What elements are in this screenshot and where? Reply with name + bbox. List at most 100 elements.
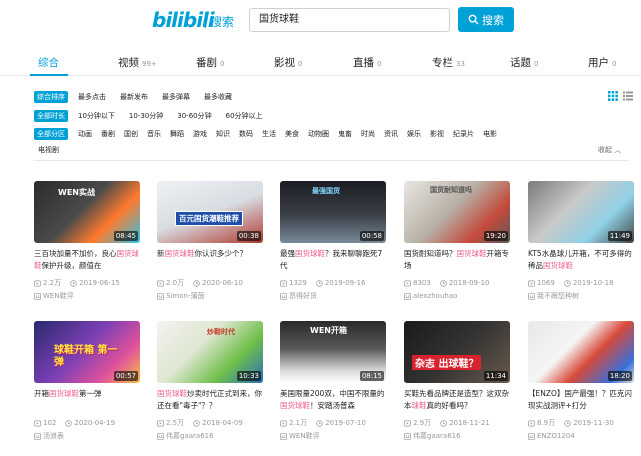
zone-option[interactable]: 时尚: [361, 129, 375, 139]
clock-icon: [440, 419, 447, 427]
video-thumbnail[interactable]: WEN实战 08:45: [34, 181, 140, 243]
order-option[interactable]: 最多收藏: [204, 92, 232, 102]
uploader-name: ENZO1204: [537, 432, 575, 440]
zone-option[interactable]: 动物圈: [308, 129, 329, 139]
zone-option[interactable]: 知识: [216, 129, 230, 139]
order-option[interactable]: 最新发布: [120, 92, 148, 102]
play-count-icon: [404, 280, 411, 286]
list-view-icon[interactable]: [623, 91, 633, 101]
video-card[interactable]: 最强国货 00:58 最强国货球鞋？我来聊聊跑死7代 1329 2019-09-…: [280, 181, 386, 301]
video-title[interactable]: 国货球鞋炒卖时代正式到来，你还在看"毒子"？？: [157, 388, 263, 412]
zone-option[interactable]: 资讯: [384, 129, 398, 139]
uploader[interactable]: ENZO1204: [528, 431, 634, 441]
thumbnail-caption: WEN开箱: [310, 326, 347, 335]
duration-option[interactable]: 60分钟以上: [226, 111, 263, 121]
zone-option[interactable]: 舞蹈: [170, 129, 184, 139]
video-title[interactable]: 新国货球鞋你认识多少个？: [157, 248, 263, 272]
zone-option[interactable]: 娱乐: [407, 129, 421, 139]
zone-option[interactable]: 数码: [239, 129, 253, 139]
video-title[interactable]: 国货耐知道吗？国货球鞋开箱专场: [404, 248, 510, 272]
order-option[interactable]: 最多点击: [78, 92, 106, 102]
tab-all[interactable]: 综合: [38, 55, 59, 70]
video-thumbnail[interactable]: 18:20: [528, 321, 634, 383]
uploader[interactable]: 伟葛gaara616: [157, 431, 263, 441]
video-card[interactable]: 18:20 【ENZO】国产最强！？匹克闪现实战测评+打分 8.9万 2019-…: [528, 321, 634, 441]
uploader[interactable]: 我不跟您种树: [528, 291, 634, 301]
video-thumbnail[interactable]: 国货耐知道吗 19:20: [404, 181, 510, 243]
duration-option[interactable]: 10分钟以下: [78, 111, 115, 121]
uploader[interactable]: alexzhouhao: [404, 291, 510, 301]
duration-all-badge[interactable]: 全部时长: [34, 110, 68, 122]
video-thumbnail[interactable]: 百元国货潮鞋推荐 00:38: [157, 181, 263, 243]
video-thumbnail[interactable]: WEN开箱 08:15: [280, 321, 386, 383]
zone-option[interactable]: 纪录片: [453, 129, 474, 139]
grid-view-icon[interactable]: [608, 91, 618, 101]
fold-filters-button[interactable]: 收起 ︿: [598, 145, 621, 155]
video-title[interactable]: KT5水晶球儿开箱，不可多得的稀品国货球鞋: [528, 248, 634, 272]
zone-option[interactable]: 鬼畜: [338, 129, 352, 139]
tab-bangumi[interactable]: 番剧 0: [196, 55, 224, 70]
filter-divider: [34, 160, 629, 161]
duration-option[interactable]: 30-60分钟: [177, 111, 211, 121]
zone-option[interactable]: 游戏: [193, 129, 207, 139]
play-count-icon: [280, 420, 287, 426]
header: bilibili 搜索 国货球鞋 搜索: [0, 0, 641, 42]
video-meta: 2.0万 2020-06-10: [157, 278, 263, 288]
video-card[interactable]: 11:49 KT5水晶球儿开箱，不可多得的稀品国货球鞋 1069 2019-10…: [528, 181, 634, 301]
order-option[interactable]: 最多弹幕: [162, 92, 190, 102]
duration-option[interactable]: 10-30分钟: [129, 111, 163, 121]
video-card[interactable]: 国货耐知道吗 19:20 国货耐知道吗？国货球鞋开箱专场 8303 2018-0…: [404, 181, 510, 301]
tab-user[interactable]: 用户 0: [588, 55, 616, 70]
uploader-name: Simon-蒲茵: [166, 292, 205, 300]
zone-option[interactable]: 动画: [78, 129, 92, 139]
zone-option[interactable]: 生活: [262, 129, 276, 139]
tab-film[interactable]: 影视 0: [274, 55, 302, 70]
tab-live[interactable]: 直播 0: [353, 55, 381, 70]
zone-all-badge[interactable]: 全部分区: [34, 128, 68, 140]
zone-option[interactable]: 音乐: [147, 129, 161, 139]
video-card[interactable]: 球鞋开箱 第一弹 00:57 开箱国货球鞋第一弹 102 2020-04-19 …: [34, 321, 140, 441]
video-thumbnail[interactable]: 杂志 出球鞋？ 11:34: [404, 321, 510, 383]
active-tab-indicator: [30, 74, 68, 76]
uploader[interactable]: Simon-蒲茵: [157, 291, 263, 301]
zone-option[interactable]: 美食: [285, 129, 299, 139]
zone-filter-overflow: 电视剧: [38, 143, 73, 157]
uploader[interactable]: 伟葛gaara616: [404, 431, 510, 441]
video-title[interactable]: 【ENZO】国产最强！？匹克闪现实战测评+打分: [528, 388, 634, 412]
video-title[interactable]: 买鞋先看品牌还是造型？这双杂本球鞋真的好看吗？: [404, 388, 510, 412]
video-title[interactable]: 美国限量200双，中国不限量的国货球鞋！安踏汤普森: [280, 388, 386, 412]
tab-video[interactable]: 视频 99+: [118, 55, 157, 70]
uploader[interactable]: 汤浪表: [34, 431, 140, 441]
search-input[interactable]: 国货球鞋: [249, 8, 450, 32]
uploader-name: 我不跟您种树: [537, 292, 579, 300]
order-all-badge[interactable]: 综合排序: [34, 91, 68, 103]
thumbnail-caption: WEN实战: [58, 188, 95, 197]
thumbnail-caption: 国货耐知道吗: [430, 186, 472, 194]
video-card[interactable]: 炒鞋时代 10:33 国货球鞋炒卖时代正式到来，你还在看"毒子"？？ 2.5万 …: [157, 321, 263, 441]
video-thumbnail[interactable]: 11:49: [528, 181, 634, 243]
video-card[interactable]: 杂志 出球鞋？ 11:34 买鞋先看品牌还是造型？这双杂本球鞋真的好看吗？ 2.…: [404, 321, 510, 441]
video-card[interactable]: 百元国货潮鞋推荐 00:38 新国货球鞋你认识多少个？ 2.0万 2020-06…: [157, 181, 263, 301]
video-thumbnail[interactable]: 炒鞋时代 10:33: [157, 321, 263, 383]
tab-topic[interactable]: 话题 0: [510, 55, 538, 70]
video-title[interactable]: 开箱国货球鞋第一弹: [34, 388, 140, 412]
uploader[interactable]: WEN鞋评: [34, 291, 140, 301]
zone-option[interactable]: 影视: [430, 129, 444, 139]
video-thumbnail[interactable]: 最强国货 00:58: [280, 181, 386, 243]
search-button[interactable]: 搜索: [458, 7, 514, 32]
upload-date: 2019-09-16: [324, 279, 366, 287]
upload-date: 2018-09-10: [448, 279, 490, 287]
video-thumbnail[interactable]: 球鞋开箱 第一弹 00:57: [34, 321, 140, 383]
uploader[interactable]: 昂得好货: [280, 291, 386, 301]
zone-option[interactable]: 番剧: [101, 129, 115, 139]
zone-option[interactable]: 国创: [124, 129, 138, 139]
video-title[interactable]: 三百块加量不加价，良心国货球鞋保护升级，颜值在: [34, 248, 140, 272]
video-card[interactable]: WEN实战 08:45 三百块加量不加价，良心国货球鞋保护升级，颜值在 2.2万…: [34, 181, 140, 301]
zone-option[interactable]: 电影: [483, 129, 497, 139]
upload-date: 2019-07-10: [325, 419, 366, 427]
uploader[interactable]: WEN鞋评: [280, 431, 386, 441]
video-card[interactable]: WEN开箱 08:15 美国限量200双，中国不限量的国货球鞋！安踏汤普森 2.…: [280, 321, 386, 441]
video-title[interactable]: 最强国货球鞋？我来聊聊跑死7代: [280, 248, 386, 272]
tab-article[interactable]: 专栏 33: [432, 55, 465, 70]
zone-option[interactable]: 电视剧: [38, 145, 59, 155]
